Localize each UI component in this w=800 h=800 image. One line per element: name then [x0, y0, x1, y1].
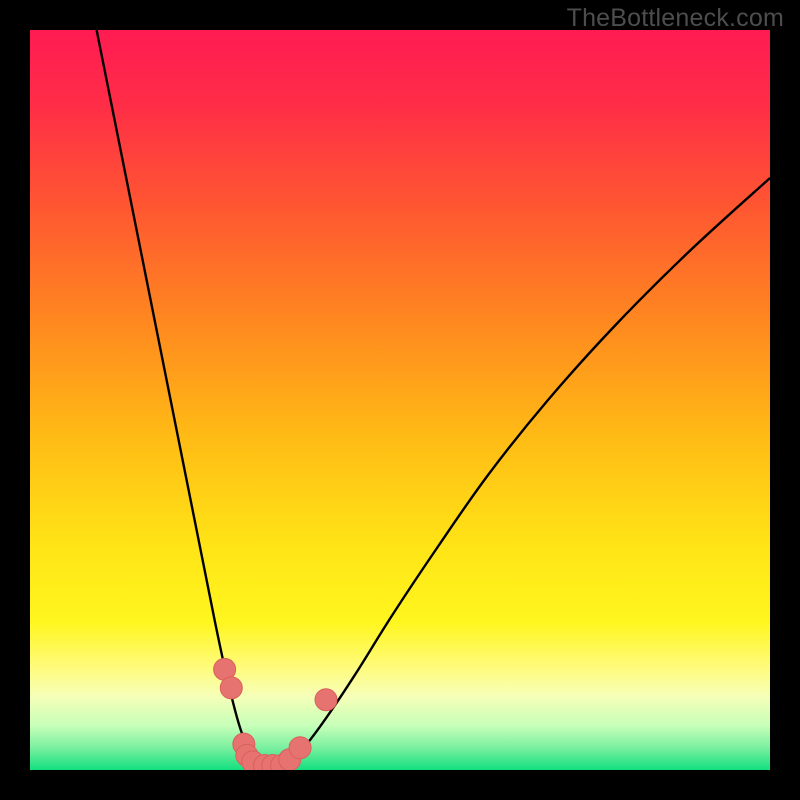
- data-marker: [220, 677, 242, 699]
- chart-frame: TheBottleneck.com: [0, 0, 800, 800]
- data-marker: [315, 689, 337, 711]
- gradient-background: [30, 30, 770, 770]
- watermark-text: TheBottleneck.com: [567, 4, 784, 33]
- data-marker: [289, 737, 311, 759]
- plot-area: [30, 30, 770, 770]
- chart-svg: [30, 30, 770, 770]
